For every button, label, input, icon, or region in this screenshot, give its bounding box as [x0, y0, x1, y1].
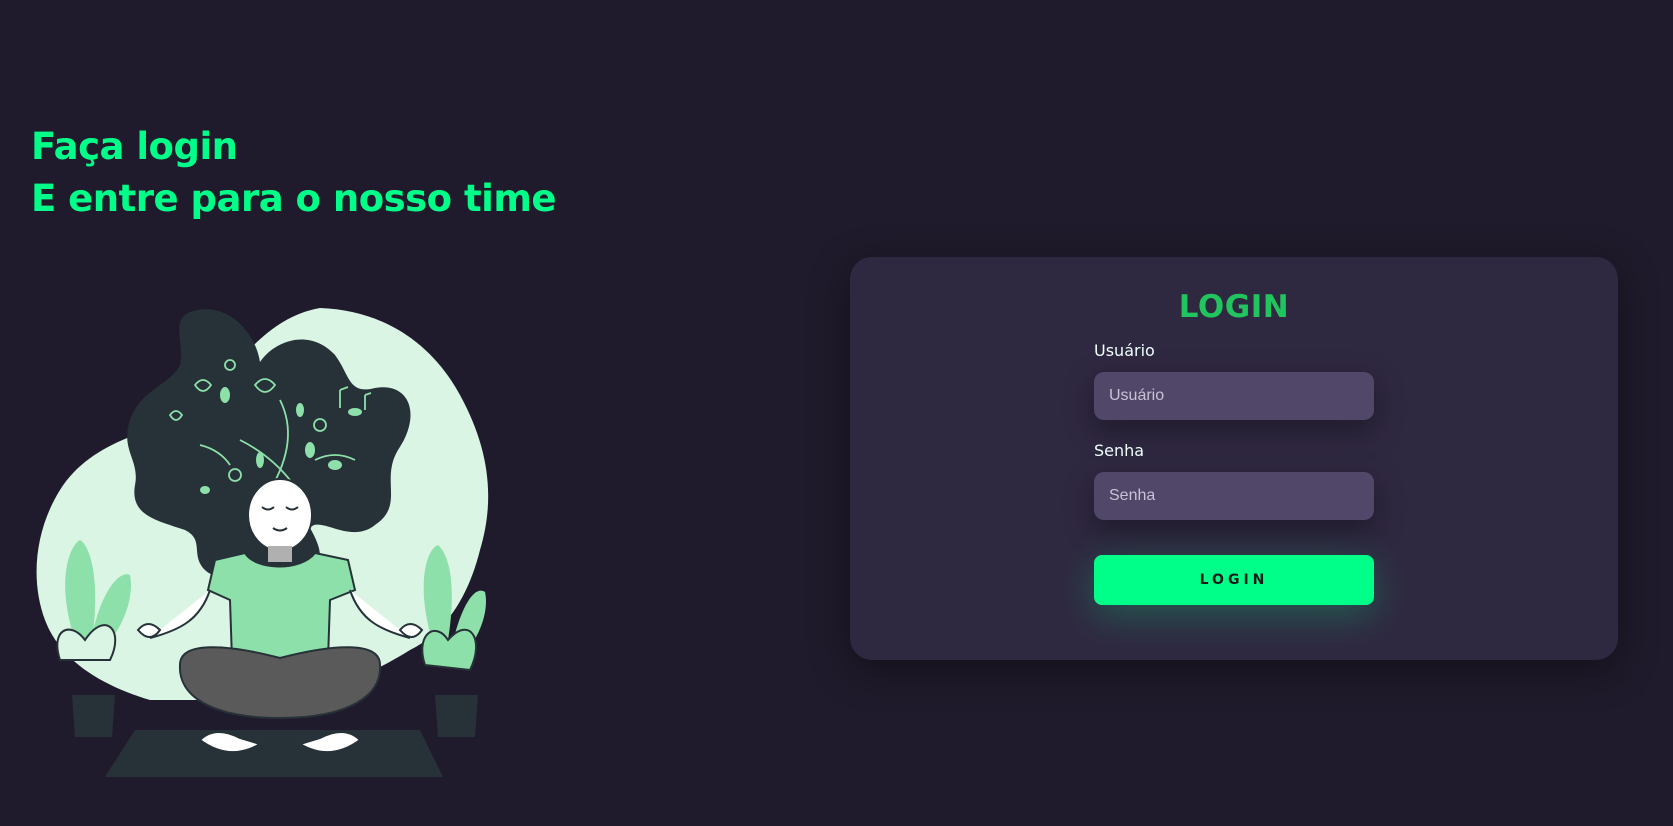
username-label: Usuário [1094, 341, 1155, 360]
hero-heading-line-1: Faça login [31, 125, 238, 168]
login-page: Faça login E entre para o nosso time LOG… [0, 0, 1673, 826]
login-card: LOGIN Usuário Senha LOGIN [850, 257, 1618, 660]
password-label: Senha [1094, 441, 1145, 460]
neck [268, 546, 292, 562]
username-input[interactable] [1094, 372, 1374, 420]
login-title: LOGIN [1178, 289, 1290, 325]
hero-heading-line-2: E entre para o nosso time [31, 177, 556, 220]
hero-panel: Faça login E entre para o nosso time [0, 0, 820, 826]
login-button[interactable]: LOGIN [1094, 555, 1374, 605]
password-input[interactable] [1094, 472, 1374, 520]
legs [178, 646, 382, 720]
hero-heading: Faça login E entre para o nosso time [31, 121, 556, 225]
meditating-woman-illustration [36, 308, 489, 777]
yoga-mat [105, 730, 443, 777]
face [247, 478, 313, 552]
